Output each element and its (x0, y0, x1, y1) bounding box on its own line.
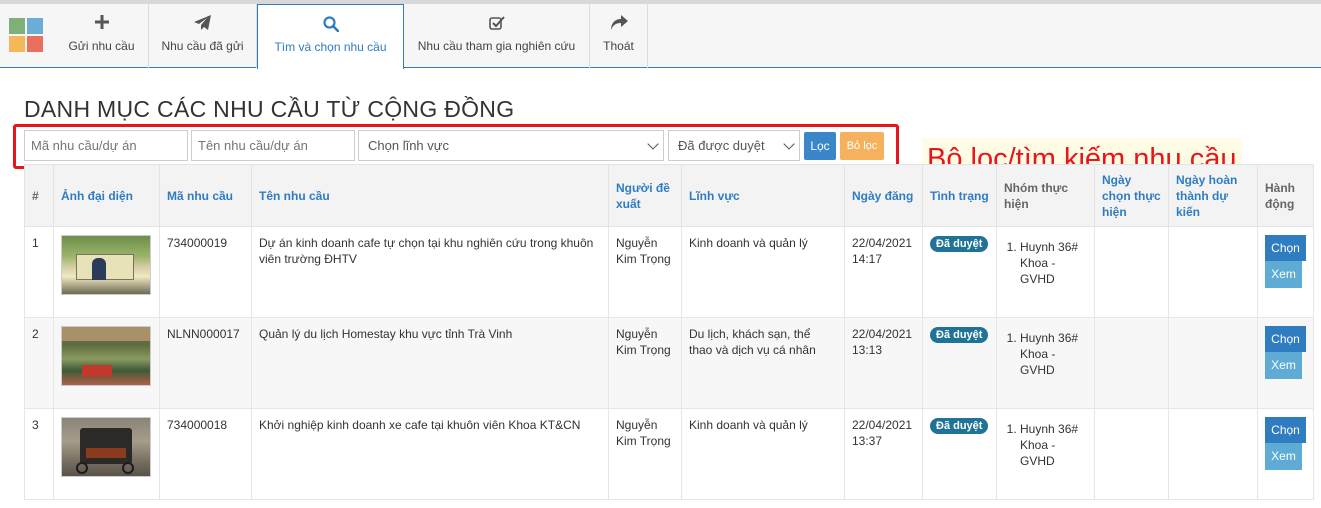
row-status-cell: Đã duyệt (922, 226, 997, 318)
nav-send-request[interactable]: Gửi nhu cầu (55, 4, 149, 68)
chevron-down-icon (647, 138, 659, 150)
chevron-down-icon (783, 138, 795, 150)
row-index: 2 (24, 317, 54, 409)
nav-label: Nhu cầu tham gia nghiên cứu (417, 39, 576, 53)
choose-button[interactable]: Chọn (1265, 417, 1306, 443)
table-row: 2 NLNN000017 Quản lý du lịch Homestay kh… (24, 317, 1314, 409)
field-select[interactable]: Chọn lĩnh vực (358, 130, 664, 161)
nav-label: Nhu cầu đã gửi (161, 39, 244, 53)
requests-table: # Ảnh đại diện Mã nhu cầu Tên nhu cầu Ng… (24, 164, 1314, 500)
table-header-row: # Ảnh đại diện Mã nhu cầu Tên nhu cầu Ng… (24, 164, 1314, 227)
col-header-code[interactable]: Mã nhu cầu (159, 164, 252, 227)
col-header-group: Nhóm thực hiện (996, 164, 1095, 227)
row-proposer: Nguyễn Kim Trọng (608, 317, 682, 409)
col-header-choose-date[interactable]: Ngày chọn thực hiện (1094, 164, 1169, 227)
col-header-image[interactable]: Ảnh đại diện (53, 164, 160, 227)
row-image-cell (53, 226, 160, 318)
row-proposer: Nguyễn Kim Trọng (608, 226, 682, 318)
status-badge: Đã duyệt (930, 327, 989, 343)
row-index: 1 (24, 226, 54, 318)
row-code: NLNN000017 (159, 317, 252, 409)
field-select-value: Chọn lĩnh vực (368, 138, 449, 153)
row-name: Dự án kinh doanh cafe tự chọn tại khu ng… (251, 226, 609, 318)
row-index: 3 (24, 408, 54, 500)
view-button[interactable]: Xem (1265, 443, 1302, 470)
top-navigation-bar: Gửi nhu cầu Nhu cầu đã gửi Tìm và chọn n… (0, 0, 1321, 69)
row-choose-date (1094, 317, 1169, 409)
row-field: Kinh doanh và quản lý (681, 226, 845, 318)
row-finish-date (1168, 408, 1258, 500)
name-search-input[interactable] (191, 130, 355, 161)
nav-participating-research[interactable]: Nhu cầu tham gia nghiên cứu (404, 4, 590, 68)
clear-filter-button[interactable]: Bỏ lọc (840, 132, 884, 160)
row-group-cell: Huynh 36# Khoa - GVHD (996, 317, 1095, 409)
row-choose-date (1094, 226, 1169, 318)
choose-button[interactable]: Chọn (1265, 326, 1306, 352)
table-row: 3 734000018 Khởi nghiệp kinh doanh xe ca… (24, 408, 1314, 500)
col-header-index: # (24, 164, 54, 227)
search-icon (258, 16, 403, 34)
row-group-cell: Huynh 36# Khoa - GVHD (996, 226, 1095, 318)
row-finish-date (1168, 226, 1258, 318)
row-choose-date (1094, 408, 1169, 500)
group-member: Huynh 36# Khoa - GVHD (1020, 239, 1087, 287)
row-actions-cell: Chọn Xem (1257, 408, 1314, 500)
plus-icon (55, 15, 148, 33)
group-member: Huynh 36# Khoa - GVHD (1020, 330, 1087, 378)
row-thumbnail-image[interactable] (61, 417, 151, 477)
row-thumbnail-image[interactable] (61, 326, 151, 386)
col-header-date[interactable]: Ngày đăng (844, 164, 923, 227)
row-image-cell (53, 317, 160, 409)
nav-sent-requests[interactable]: Nhu cầu đã gửi (149, 4, 257, 68)
row-proposer: Nguyễn Kim Trọng (608, 408, 682, 500)
page-title: DANH MỤC CÁC NHU CẦU TỪ CỘNG ĐỒNG (24, 96, 515, 122)
row-image-cell (53, 408, 160, 500)
row-date: 22/04/2021 14:17 (844, 226, 923, 318)
status-badge: Đã duyệt (930, 236, 989, 252)
share-icon (590, 15, 647, 33)
row-field: Kinh doanh và quản lý (681, 408, 845, 500)
row-thumbnail-image[interactable] (61, 235, 151, 295)
app-logo[interactable] (9, 18, 44, 53)
choose-button[interactable]: Chọn (1265, 235, 1306, 261)
row-actions-cell: Chọn Xem (1257, 226, 1314, 318)
row-name: Khởi nghiệp kinh doanh xe cafe tại khuôn… (251, 408, 609, 500)
col-header-field[interactable]: Lĩnh vực (681, 164, 845, 227)
nav-label: Thoát (603, 39, 634, 53)
row-status-cell: Đã duyệt (922, 317, 997, 409)
row-field: Du lịch, khách sạn, thể thao và dịch vụ … (681, 317, 845, 409)
status-badge: Đã duyệt (930, 418, 989, 434)
table-row: 1 734000019 Dự án kinh doanh cafe tự chọ… (24, 226, 1314, 318)
view-button[interactable]: Xem (1265, 261, 1302, 288)
row-code: 734000019 (159, 226, 252, 318)
col-header-proposer[interactable]: Người đề xuất (608, 164, 682, 227)
status-select[interactable]: Đã được duyệt (668, 130, 800, 161)
nav-logout[interactable]: Thoát (590, 4, 648, 68)
row-finish-date (1168, 317, 1258, 409)
view-button[interactable]: Xem (1265, 352, 1302, 379)
nav-label: Gửi nhu cầu (68, 39, 135, 53)
nav-label: Tìm và chọn nhu cầu (274, 40, 387, 54)
row-date: 22/04/2021 13:13 (844, 317, 923, 409)
code-search-input[interactable] (24, 130, 188, 161)
row-code: 734000018 (159, 408, 252, 500)
filter-button[interactable]: Lọc (804, 132, 836, 160)
check-square-icon (404, 15, 589, 33)
row-name: Quản lý du lịch Homestay khu vực tỉnh Tr… (251, 317, 609, 409)
status-select-value: Đã được duyệt (678, 138, 765, 153)
group-member: Huynh 36# Khoa - GVHD (1020, 421, 1087, 469)
paper-plane-icon (149, 15, 256, 33)
row-status-cell: Đã duyệt (922, 408, 997, 500)
col-header-status[interactable]: Tình trạng (922, 164, 997, 227)
row-actions-cell: Chọn Xem (1257, 317, 1314, 409)
row-group-cell: Huynh 36# Khoa - GVHD (996, 408, 1095, 500)
nav-search-requests[interactable]: Tìm và chọn nhu cầu (257, 4, 404, 69)
col-header-actions: Hành động (1257, 164, 1314, 227)
col-header-name[interactable]: Tên nhu cầu (251, 164, 609, 227)
row-date: 22/04/2021 13:37 (844, 408, 923, 500)
col-header-finish-date[interactable]: Ngày hoàn thành dự kiến (1168, 164, 1258, 227)
